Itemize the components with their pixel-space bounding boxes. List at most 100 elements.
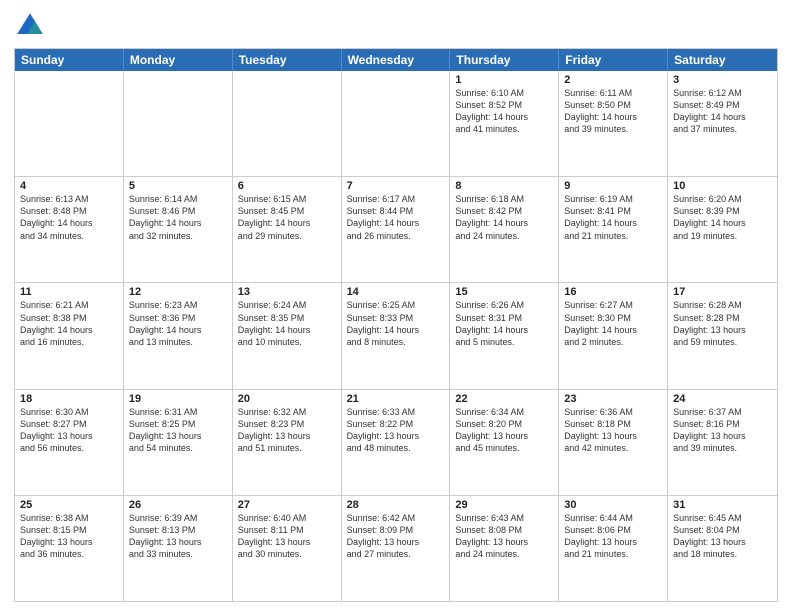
header-day-monday: Monday bbox=[124, 49, 233, 71]
page: SundayMondayTuesdayWednesdayThursdayFrid… bbox=[0, 0, 792, 612]
calendar-week-4: 18Sunrise: 6:30 AMSunset: 8:27 PMDayligh… bbox=[15, 389, 777, 495]
day-cell-3: 3Sunrise: 6:12 AMSunset: 8:49 PMDaylight… bbox=[668, 71, 777, 176]
day-cell-22: 22Sunrise: 6:34 AMSunset: 8:20 PMDayligh… bbox=[450, 390, 559, 495]
day-cell-30: 30Sunrise: 6:44 AMSunset: 8:06 PMDayligh… bbox=[559, 496, 668, 601]
day-info: Sunrise: 6:17 AMSunset: 8:44 PMDaylight:… bbox=[347, 193, 445, 242]
day-cell-12: 12Sunrise: 6:23 AMSunset: 8:36 PMDayligh… bbox=[124, 283, 233, 388]
day-cell-14: 14Sunrise: 6:25 AMSunset: 8:33 PMDayligh… bbox=[342, 283, 451, 388]
day-info: Sunrise: 6:40 AMSunset: 8:11 PMDaylight:… bbox=[238, 512, 336, 561]
day-cell-5: 5Sunrise: 6:14 AMSunset: 8:46 PMDaylight… bbox=[124, 177, 233, 282]
day-cell-19: 19Sunrise: 6:31 AMSunset: 8:25 PMDayligh… bbox=[124, 390, 233, 495]
day-info: Sunrise: 6:38 AMSunset: 8:15 PMDaylight:… bbox=[20, 512, 118, 561]
day-info: Sunrise: 6:20 AMSunset: 8:39 PMDaylight:… bbox=[673, 193, 772, 242]
day-info: Sunrise: 6:39 AMSunset: 8:13 PMDaylight:… bbox=[129, 512, 227, 561]
calendar-header: SundayMondayTuesdayWednesdayThursdayFrid… bbox=[15, 49, 777, 71]
day-number: 17 bbox=[673, 286, 772, 298]
day-info: Sunrise: 6:24 AMSunset: 8:35 PMDaylight:… bbox=[238, 299, 336, 348]
calendar-week-1: 1Sunrise: 6:10 AMSunset: 8:52 PMDaylight… bbox=[15, 71, 777, 176]
day-cell-2: 2Sunrise: 6:11 AMSunset: 8:50 PMDaylight… bbox=[559, 71, 668, 176]
day-number: 4 bbox=[20, 180, 118, 192]
day-number: 11 bbox=[20, 286, 118, 298]
day-cell-10: 10Sunrise: 6:20 AMSunset: 8:39 PMDayligh… bbox=[668, 177, 777, 282]
day-info: Sunrise: 6:34 AMSunset: 8:20 PMDaylight:… bbox=[455, 406, 553, 455]
day-number: 5 bbox=[129, 180, 227, 192]
calendar-week-2: 4Sunrise: 6:13 AMSunset: 8:48 PMDaylight… bbox=[15, 176, 777, 282]
day-info: Sunrise: 6:23 AMSunset: 8:36 PMDaylight:… bbox=[129, 299, 227, 348]
header-day-wednesday: Wednesday bbox=[342, 49, 451, 71]
day-info: Sunrise: 6:45 AMSunset: 8:04 PMDaylight:… bbox=[673, 512, 772, 561]
day-info: Sunrise: 6:32 AMSunset: 8:23 PMDaylight:… bbox=[238, 406, 336, 455]
day-info: Sunrise: 6:18 AMSunset: 8:42 PMDaylight:… bbox=[455, 193, 553, 242]
logo-icon bbox=[14, 10, 46, 42]
day-cell-21: 21Sunrise: 6:33 AMSunset: 8:22 PMDayligh… bbox=[342, 390, 451, 495]
day-cell-18: 18Sunrise: 6:30 AMSunset: 8:27 PMDayligh… bbox=[15, 390, 124, 495]
day-cell-29: 29Sunrise: 6:43 AMSunset: 8:08 PMDayligh… bbox=[450, 496, 559, 601]
header-day-saturday: Saturday bbox=[668, 49, 777, 71]
day-number: 20 bbox=[238, 393, 336, 405]
day-number: 21 bbox=[347, 393, 445, 405]
header-day-thursday: Thursday bbox=[450, 49, 559, 71]
day-cell-16: 16Sunrise: 6:27 AMSunset: 8:30 PMDayligh… bbox=[559, 283, 668, 388]
header-day-sunday: Sunday bbox=[15, 49, 124, 71]
day-cell-27: 27Sunrise: 6:40 AMSunset: 8:11 PMDayligh… bbox=[233, 496, 342, 601]
day-info: Sunrise: 6:37 AMSunset: 8:16 PMDaylight:… bbox=[673, 406, 772, 455]
empty-cell bbox=[342, 71, 451, 176]
day-info: Sunrise: 6:30 AMSunset: 8:27 PMDaylight:… bbox=[20, 406, 118, 455]
day-info: Sunrise: 6:10 AMSunset: 8:52 PMDaylight:… bbox=[455, 87, 553, 136]
day-number: 23 bbox=[564, 393, 662, 405]
day-cell-31: 31Sunrise: 6:45 AMSunset: 8:04 PMDayligh… bbox=[668, 496, 777, 601]
day-number: 10 bbox=[673, 180, 772, 192]
day-number: 15 bbox=[455, 286, 553, 298]
day-info: Sunrise: 6:12 AMSunset: 8:49 PMDaylight:… bbox=[673, 87, 772, 136]
day-number: 22 bbox=[455, 393, 553, 405]
day-number: 26 bbox=[129, 499, 227, 511]
day-cell-13: 13Sunrise: 6:24 AMSunset: 8:35 PMDayligh… bbox=[233, 283, 342, 388]
day-info: Sunrise: 6:14 AMSunset: 8:46 PMDaylight:… bbox=[129, 193, 227, 242]
day-cell-4: 4Sunrise: 6:13 AMSunset: 8:48 PMDaylight… bbox=[15, 177, 124, 282]
day-cell-15: 15Sunrise: 6:26 AMSunset: 8:31 PMDayligh… bbox=[450, 283, 559, 388]
day-info: Sunrise: 6:31 AMSunset: 8:25 PMDaylight:… bbox=[129, 406, 227, 455]
empty-cell bbox=[233, 71, 342, 176]
day-cell-11: 11Sunrise: 6:21 AMSunset: 8:38 PMDayligh… bbox=[15, 283, 124, 388]
day-cell-20: 20Sunrise: 6:32 AMSunset: 8:23 PMDayligh… bbox=[233, 390, 342, 495]
day-number: 7 bbox=[347, 180, 445, 192]
day-cell-7: 7Sunrise: 6:17 AMSunset: 8:44 PMDaylight… bbox=[342, 177, 451, 282]
day-number: 13 bbox=[238, 286, 336, 298]
day-cell-26: 26Sunrise: 6:39 AMSunset: 8:13 PMDayligh… bbox=[124, 496, 233, 601]
day-cell-25: 25Sunrise: 6:38 AMSunset: 8:15 PMDayligh… bbox=[15, 496, 124, 601]
calendar-week-3: 11Sunrise: 6:21 AMSunset: 8:38 PMDayligh… bbox=[15, 282, 777, 388]
day-number: 2 bbox=[564, 74, 662, 86]
day-cell-8: 8Sunrise: 6:18 AMSunset: 8:42 PMDaylight… bbox=[450, 177, 559, 282]
day-number: 28 bbox=[347, 499, 445, 511]
calendar: SundayMondayTuesdayWednesdayThursdayFrid… bbox=[14, 48, 778, 602]
day-cell-28: 28Sunrise: 6:42 AMSunset: 8:09 PMDayligh… bbox=[342, 496, 451, 601]
empty-cell bbox=[15, 71, 124, 176]
day-info: Sunrise: 6:43 AMSunset: 8:08 PMDaylight:… bbox=[455, 512, 553, 561]
day-number: 14 bbox=[347, 286, 445, 298]
day-info: Sunrise: 6:36 AMSunset: 8:18 PMDaylight:… bbox=[564, 406, 662, 455]
day-number: 30 bbox=[564, 499, 662, 511]
day-number: 29 bbox=[455, 499, 553, 511]
calendar-body: 1Sunrise: 6:10 AMSunset: 8:52 PMDaylight… bbox=[15, 71, 777, 601]
day-info: Sunrise: 6:44 AMSunset: 8:06 PMDaylight:… bbox=[564, 512, 662, 561]
day-info: Sunrise: 6:13 AMSunset: 8:48 PMDaylight:… bbox=[20, 193, 118, 242]
day-info: Sunrise: 6:19 AMSunset: 8:41 PMDaylight:… bbox=[564, 193, 662, 242]
day-number: 1 bbox=[455, 74, 553, 86]
day-number: 19 bbox=[129, 393, 227, 405]
day-cell-1: 1Sunrise: 6:10 AMSunset: 8:52 PMDaylight… bbox=[450, 71, 559, 176]
day-number: 25 bbox=[20, 499, 118, 511]
day-info: Sunrise: 6:21 AMSunset: 8:38 PMDaylight:… bbox=[20, 299, 118, 348]
day-info: Sunrise: 6:33 AMSunset: 8:22 PMDaylight:… bbox=[347, 406, 445, 455]
day-number: 3 bbox=[673, 74, 772, 86]
logo bbox=[14, 10, 50, 42]
day-number: 12 bbox=[129, 286, 227, 298]
day-cell-9: 9Sunrise: 6:19 AMSunset: 8:41 PMDaylight… bbox=[559, 177, 668, 282]
day-info: Sunrise: 6:15 AMSunset: 8:45 PMDaylight:… bbox=[238, 193, 336, 242]
day-number: 31 bbox=[673, 499, 772, 511]
day-info: Sunrise: 6:11 AMSunset: 8:50 PMDaylight:… bbox=[564, 87, 662, 136]
calendar-week-5: 25Sunrise: 6:38 AMSunset: 8:15 PMDayligh… bbox=[15, 495, 777, 601]
header bbox=[14, 10, 778, 42]
header-day-tuesday: Tuesday bbox=[233, 49, 342, 71]
day-number: 16 bbox=[564, 286, 662, 298]
day-info: Sunrise: 6:27 AMSunset: 8:30 PMDaylight:… bbox=[564, 299, 662, 348]
